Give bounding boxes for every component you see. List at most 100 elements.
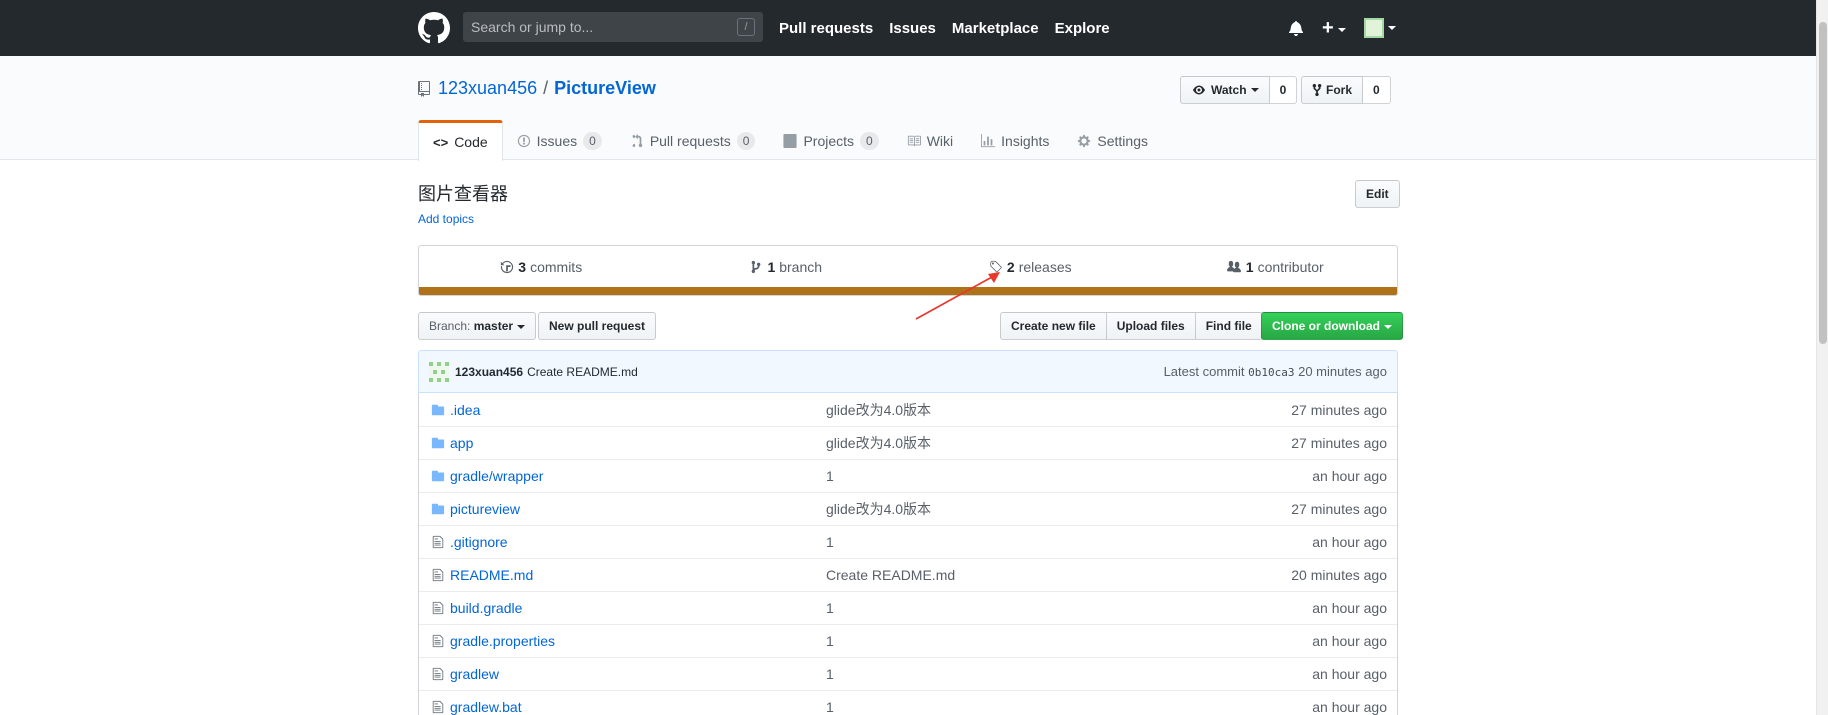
chevron-down-icon [1387, 26, 1396, 30]
nav-pull-requests[interactable]: Pull requests [779, 20, 873, 37]
releases-label: releases [1018, 258, 1072, 275]
file-name-link[interactable]: README.md [448, 567, 826, 583]
language-bar[interactable] [418, 287, 1398, 296]
history-icon [501, 260, 514, 273]
file-name-link[interactable]: build.gradle [448, 600, 826, 616]
table-row: .idea glide改为4.0版本 27 minutes ago [419, 393, 1397, 426]
file-commit-message-link[interactable]: 1 [826, 600, 1312, 616]
avatar [1363, 18, 1384, 38]
github-logo-icon[interactable] [418, 12, 450, 44]
chevron-down-icon [1337, 28, 1346, 33]
tab-projects[interactable]: Projects 0 [769, 120, 892, 161]
chevron-down-icon [1250, 88, 1259, 92]
commit-sha-link[interactable]: 0b10ca3 [1248, 366, 1294, 379]
nav-issues[interactable]: Issues [889, 20, 936, 37]
watch-button[interactable]: Watch [1180, 76, 1270, 104]
file-name-link[interactable]: gradle/wrapper [448, 468, 826, 484]
file-icon [432, 568, 444, 582]
latest-commit-info: Latest commit 0b10ca3 20 minutes ago [1164, 364, 1387, 379]
clone-label: Clone or download [1272, 319, 1380, 333]
page-scrollbar[interactable] [1816, 0, 1828, 715]
new-pull-request-button[interactable]: New pull request [538, 312, 657, 340]
repo-name-link[interactable]: PictureView [554, 78, 656, 99]
fork-count[interactable]: 0 [1363, 76, 1391, 104]
file-commit-message-link[interactable]: glide改为4.0版本 [826, 499, 1291, 519]
commits-link[interactable]: 3 commits [419, 246, 664, 287]
table-row: gradle/wrapper 1 an hour ago [419, 459, 1397, 492]
repo-header: 123xuan456 / PictureView Watch 0 Fork 0 … [0, 56, 1816, 161]
tab-label: Insights [1001, 132, 1050, 149]
file-name-link[interactable]: .idea [448, 402, 826, 418]
tab-label: Code [454, 134, 488, 150]
file-commit-message-link[interactable]: glide改为4.0版本 [826, 400, 1291, 420]
watch-count[interactable]: 0 [1269, 76, 1298, 104]
table-row: gradlew.bat 1 an hour ago [419, 690, 1397, 715]
search-placeholder: Search or jump to... [471, 19, 594, 35]
repo-description: 图片查看器 [418, 184, 508, 204]
contributors-link[interactable]: 1 contributor [1153, 246, 1398, 287]
tab-label: Wiki [926, 132, 954, 149]
create-new-file-button[interactable]: Create new file [1000, 312, 1107, 340]
file-commit-message-link[interactable]: 1 [826, 666, 1312, 682]
repo-owner-link[interactable]: 123xuan456 [438, 78, 537, 99]
file-name-link[interactable]: gradle.properties [448, 633, 826, 649]
search-input[interactable]: Search or jump to... / [463, 12, 763, 42]
git-pull-request-icon [632, 133, 643, 147]
project-icon [783, 133, 797, 148]
tab-settings[interactable]: Settings [1063, 120, 1162, 161]
watch-label: Watch [1211, 83, 1247, 97]
file-name-link[interactable]: gradlew [448, 666, 826, 682]
bell-icon[interactable] [1288, 20, 1304, 36]
edit-description-button[interactable]: Edit [1355, 180, 1400, 208]
file-commit-message-link[interactable]: 1 [826, 633, 1312, 649]
file-age: 20 minutes ago [1291, 567, 1387, 583]
file-age: an hour ago [1312, 633, 1387, 649]
tab-pull-requests[interactable]: Pull requests 0 [616, 120, 770, 161]
nav-explore[interactable]: Explore [1055, 20, 1110, 37]
tab-wiki[interactable]: Wiki [893, 120, 967, 161]
clone-or-download-button[interactable]: Clone or download [1261, 312, 1403, 340]
file-icon [432, 700, 444, 714]
fork-button[interactable]: Fork [1301, 76, 1364, 104]
file-commit-message-link[interactable]: glide改为4.0版本 [826, 433, 1291, 453]
book-icon [907, 135, 921, 146]
file-age: an hour ago [1312, 534, 1387, 550]
add-topics-link[interactable]: Add topics [418, 212, 474, 226]
scrollbar-thumb[interactable] [1819, 22, 1827, 344]
branch-select-button[interactable]: Branch: master [418, 312, 537, 340]
folder-icon [431, 470, 445, 482]
create-new-dropdown[interactable]: + [1322, 18, 1346, 38]
branch-label: branch [779, 258, 823, 275]
nav-marketplace[interactable]: Marketplace [952, 20, 1039, 37]
file-age: 27 minutes ago [1291, 435, 1387, 451]
file-name-link[interactable]: .gitignore [448, 534, 826, 550]
find-file-button[interactable]: Find file [1194, 312, 1263, 340]
table-row: .gitignore 1 an hour ago [419, 525, 1397, 558]
search-shortcut-key: / [737, 18, 755, 36]
tab-insights[interactable]: Insights [967, 120, 1063, 161]
file-commit-message-link[interactable]: Create README.md [826, 567, 1291, 583]
file-commit-message-link[interactable]: 1 [826, 468, 1312, 484]
commit-age: 20 minutes ago [1298, 364, 1387, 379]
watch-group: Watch 0 [1180, 76, 1298, 104]
upload-files-button[interactable]: Upload files [1105, 312, 1196, 340]
file-commit-message-link[interactable]: 1 [826, 699, 1312, 715]
pull-requests-counter: 0 [736, 131, 756, 150]
file-age: 27 minutes ago [1291, 501, 1387, 517]
commit-author-link[interactable]: 123xuan456 [455, 365, 523, 379]
file-commit-message-link[interactable]: 1 [826, 534, 1312, 550]
organization-icon [1226, 260, 1241, 272]
file-name-link[interactable]: pictureview [448, 501, 826, 517]
file-name-link[interactable]: gradlew.bat [448, 699, 826, 715]
branch-name: master [473, 319, 514, 333]
commit-message-link[interactable]: Create README.md [527, 365, 638, 379]
tab-issues[interactable]: Issues 0 [503, 120, 616, 161]
avatar[interactable] [429, 361, 449, 382]
tab-code[interactable]: <> Code [418, 120, 503, 161]
user-menu-dropdown[interactable] [1363, 18, 1396, 38]
file-name-link[interactable]: app [448, 435, 826, 451]
issues-counter: 0 [583, 131, 602, 150]
table-row: pictureview glide改为4.0版本 27 minutes ago [419, 492, 1397, 525]
global-header: Search or jump to... / Pull requests Iss… [0, 0, 1828, 56]
branches-link[interactable]: 1 branch [664, 246, 909, 287]
